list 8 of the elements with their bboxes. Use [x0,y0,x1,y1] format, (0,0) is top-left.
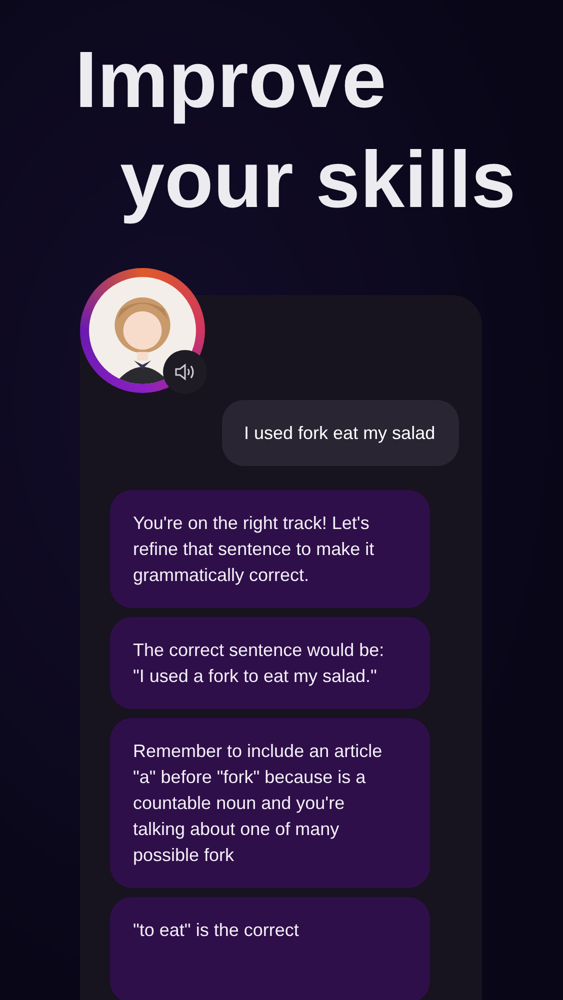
bot-message: The correct sentence would be: "I used a fork to eat my salad." [110,617,430,709]
headline: Improve [74,34,388,126]
user-message: I used fork eat my salad [222,400,459,466]
bot-message: You're on the right track! Let's refine that sentence to make it grammatically correct. [110,490,430,608]
bot-message: Remember to include an article "a" before "fork" because is a countable noun and you're talking about one of many possible fork [110,718,430,888]
bot-message: "to eat" is the correct [110,897,430,1000]
headline: your skills [119,140,517,226]
speaker-icon [174,363,196,381]
